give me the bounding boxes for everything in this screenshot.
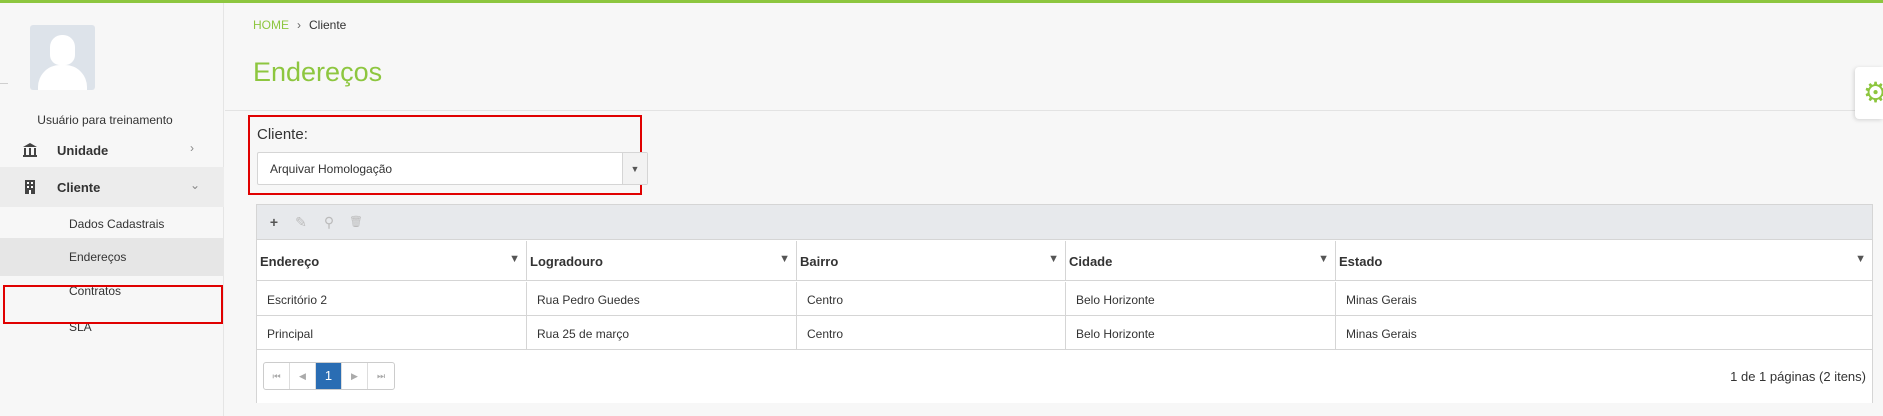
column-header-label: Endereço bbox=[260, 254, 320, 269]
client-select[interactable]: Arquivar Homologação ▼ bbox=[257, 152, 648, 185]
cell-text: Principal bbox=[267, 327, 314, 341]
chevron-right-icon: › bbox=[190, 141, 194, 155]
user-name: Usuário para treinamento bbox=[37, 113, 173, 127]
sidebar: Usuário para treinamento Unidade › Clien… bbox=[0, 3, 224, 416]
table-row[interactable]: Principal Rua 25 de março Centro Belo Ho… bbox=[257, 316, 1872, 350]
sidebar-item-label: Unidade bbox=[57, 143, 109, 158]
highlight-box-enderecos bbox=[3, 285, 223, 324]
table-cell: Rua 25 de março bbox=[527, 316, 797, 350]
table-cell: Rua Pedro Guedes bbox=[527, 282, 797, 316]
main-content: HOME › Cliente Endereços ⚙ Cliente: Arquiv… bbox=[225, 3, 1883, 416]
pager-info: 1 de 1 páginas (2 itens) bbox=[1730, 369, 1866, 384]
column-header-bairro[interactable]: Bairro ▼ bbox=[797, 241, 1066, 281]
filter-icon[interactable]: ▼ bbox=[1048, 253, 1059, 265]
last-page-button[interactable]: ⏭ bbox=[368, 363, 394, 389]
table-cell: Principal bbox=[257, 316, 527, 350]
breadcrumb: HOME › Cliente bbox=[253, 18, 346, 32]
sidebar-subitem-enderecos[interactable]: Endereços bbox=[0, 238, 224, 276]
column-header-label: Logradouro bbox=[530, 254, 603, 269]
dropdown-arrow-icon[interactable]: ▼ bbox=[622, 153, 647, 184]
table-cell: Centro bbox=[797, 316, 1066, 350]
client-label: Cliente: bbox=[257, 126, 308, 143]
breadcrumb-separator: › bbox=[297, 18, 301, 32]
column-header-label: Estado bbox=[1339, 254, 1383, 269]
table-cell: Escritório 2 bbox=[257, 282, 527, 316]
breadcrumb-current: Cliente bbox=[309, 18, 347, 32]
page-1-button[interactable]: 1 bbox=[316, 363, 342, 389]
bank-icon bbox=[22, 142, 38, 158]
search-icon[interactable]: ⚲ bbox=[320, 213, 338, 231]
avatar[interactable] bbox=[30, 25, 95, 90]
sidebar-subitem-label: Endereços bbox=[69, 250, 127, 264]
column-header-logradouro[interactable]: Logradouro ▼ bbox=[527, 241, 797, 281]
table-cell: Belo Horizonte bbox=[1066, 316, 1336, 350]
client-select-value: Arquivar Homologação bbox=[270, 162, 393, 176]
grid-toolbar: + ✎ ⚲ 🗑 bbox=[257, 205, 1872, 240]
sidebar-item-unidade[interactable]: Unidade › bbox=[0, 130, 224, 170]
cell-text: Centro bbox=[807, 293, 844, 307]
pager-buttons: ⏮ ◀ 1 ▶ ⏭ bbox=[263, 362, 395, 390]
first-page-button[interactable]: ⏮ bbox=[264, 363, 290, 389]
filter-icon[interactable]: ▼ bbox=[1855, 253, 1866, 265]
table-cell: Minas Gerais bbox=[1336, 282, 1872, 316]
edit-icon[interactable]: ✎ bbox=[292, 213, 310, 231]
cell-text: Minas Gerais bbox=[1346, 327, 1417, 341]
addresses-grid: + ✎ ⚲ 🗑 Endereço ▼ Logradouro ▼ Bairro ▼… bbox=[256, 204, 1873, 403]
sidebar-item-label: Cliente bbox=[57, 180, 101, 195]
sidebar-item-cliente[interactable]: Cliente ⌄ bbox=[0, 167, 224, 207]
page-title: Endereços bbox=[253, 57, 383, 87]
grid-header: Endereço ▼ Logradouro ▼ Bairro ▼ Cidade … bbox=[257, 241, 1872, 281]
divider bbox=[0, 83, 8, 84]
column-header-endereco[interactable]: Endereço ▼ bbox=[257, 241, 527, 281]
table-cell: Belo Horizonte bbox=[1066, 282, 1336, 316]
filter-icon[interactable]: ▼ bbox=[779, 253, 790, 265]
breadcrumb-home[interactable]: HOME bbox=[253, 18, 289, 32]
grid-pager: ⏮ ◀ 1 ▶ ⏭ 1 de 1 páginas (2 itens) bbox=[257, 351, 1872, 403]
cell-text: Centro bbox=[807, 327, 844, 341]
building-icon bbox=[22, 179, 38, 195]
cell-text: Rua 25 de março bbox=[537, 327, 630, 341]
cell-text: Rua Pedro Guedes bbox=[537, 293, 640, 307]
table-row[interactable]: Escritório 2 Rua Pedro Guedes Centro Bel… bbox=[257, 282, 1872, 316]
settings-tab[interactable]: ⚙ bbox=[1855, 67, 1883, 119]
column-header-cidade[interactable]: Cidade ▼ bbox=[1066, 241, 1336, 281]
column-header-estado[interactable]: Estado ▼ bbox=[1336, 241, 1872, 281]
delete-icon[interactable]: 🗑 bbox=[347, 213, 365, 231]
cell-text: Belo Horizonte bbox=[1076, 293, 1155, 307]
column-header-label: Bairro bbox=[800, 254, 839, 269]
prev-page-button[interactable]: ◀ bbox=[290, 363, 316, 389]
gear-icon: ⚙ bbox=[1863, 77, 1883, 108]
filter-icon[interactable]: ▼ bbox=[509, 253, 520, 265]
sidebar-subitem-label: Dados Cadastrais bbox=[69, 217, 165, 231]
column-header-label: Cidade bbox=[1069, 254, 1113, 269]
title-divider bbox=[225, 110, 1883, 111]
add-icon[interactable]: + bbox=[265, 213, 283, 231]
chevron-down-icon: ⌄ bbox=[190, 178, 201, 192]
table-cell: Minas Gerais bbox=[1336, 316, 1872, 350]
table-cell: Centro bbox=[797, 282, 1066, 316]
cell-text: Escritório 2 bbox=[267, 293, 328, 307]
cell-text: Minas Gerais bbox=[1346, 293, 1417, 307]
cell-text: Belo Horizonte bbox=[1076, 327, 1155, 341]
next-page-button[interactable]: ▶ bbox=[342, 363, 368, 389]
filter-icon[interactable]: ▼ bbox=[1318, 253, 1329, 265]
